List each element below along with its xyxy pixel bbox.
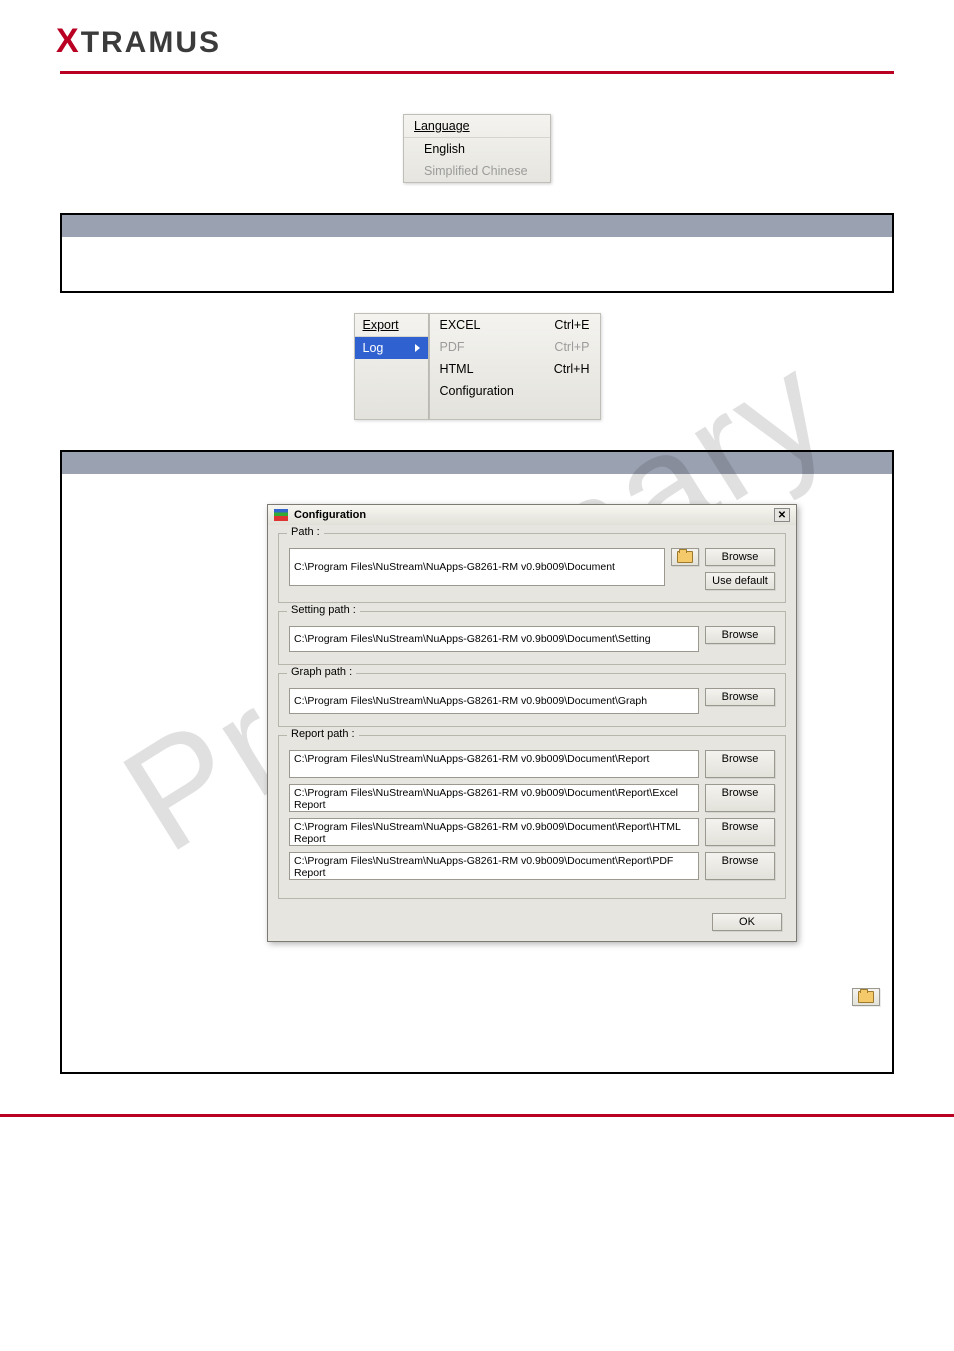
header-rule: [60, 71, 894, 74]
path-group: Path : Browse Use default: [278, 533, 786, 603]
export-menu: Export Log: [354, 313, 429, 420]
report-browse-button-3[interactable]: Browse: [705, 852, 775, 880]
section-box-1: [60, 213, 894, 293]
folder-icon: [858, 991, 874, 1003]
graph-browse-button[interactable]: Browse: [705, 688, 775, 706]
path-folder-button[interactable]: [671, 548, 699, 566]
export-sub-excel[interactable]: EXCEL Ctrl+E: [430, 314, 600, 336]
setting-browse-button[interactable]: Browse: [705, 626, 775, 644]
language-item-english[interactable]: English: [404, 138, 550, 160]
submenu-arrow-icon: [415, 344, 420, 352]
close-icon[interactable]: ✕: [774, 508, 790, 522]
export-sub-html[interactable]: HTML Ctrl+H: [430, 358, 600, 380]
brand-prefix: X: [56, 22, 81, 60]
graph-path-legend: Graph path :: [287, 666, 356, 678]
setting-path-group: Setting path : Browse: [278, 611, 786, 665]
ok-button[interactable]: OK: [712, 913, 782, 931]
setting-path-legend: Setting path :: [287, 604, 360, 616]
report-path-input-0[interactable]: C:\Program Files\NuStream\NuApps-G8261-R…: [289, 750, 699, 778]
graph-path-group: Graph path : Browse: [278, 673, 786, 727]
section-box-2: Configuration ✕ Path : Browse Use defaul…: [60, 450, 894, 1074]
folder-icon: [677, 551, 693, 563]
path-input[interactable]: [289, 548, 665, 586]
configuration-dialog: Configuration ✕ Path : Browse Use defaul…: [267, 504, 797, 942]
path-browse-button[interactable]: Browse: [705, 548, 775, 566]
export-menu-log-label: Log: [363, 341, 384, 355]
report-browse-button-2[interactable]: Browse: [705, 818, 775, 846]
language-item-simplified-chinese: Simplified Chinese: [404, 160, 550, 182]
path-use-default-button[interactable]: Use default: [705, 572, 775, 590]
section-box-1-bar: [62, 215, 892, 237]
export-menu-header[interactable]: Export: [355, 314, 428, 337]
report-path-group: Report path : C:\Program Files\NuStream\…: [278, 735, 786, 899]
graph-path-input[interactable]: [289, 688, 699, 714]
dialog-title: Configuration: [294, 509, 366, 521]
dialog-app-icon: [274, 509, 288, 521]
export-submenu: EXCEL Ctrl+E PDF Ctrl+P HTML Ctrl+H Conf…: [429, 313, 601, 420]
export-menu-item-log[interactable]: Log: [355, 337, 428, 359]
export-sub-configuration[interactable]: Configuration: [430, 380, 600, 402]
report-path-input-3[interactable]: C:\Program Files\NuStream\NuApps-G8261-R…: [289, 852, 699, 880]
section-box-2-bar: [62, 452, 892, 474]
language-menu: Language English Simplified Chinese: [403, 114, 551, 183]
brand-rest: TRAMUS: [81, 26, 221, 59]
report-path-legend: Report path :: [287, 728, 359, 740]
setting-path-input[interactable]: [289, 626, 699, 652]
path-group-legend: Path :: [287, 526, 324, 538]
brand-logo: XTRAMUS: [0, 0, 954, 71]
bottom-folder-button[interactable]: [852, 988, 880, 1006]
language-menu-header[interactable]: Language: [404, 115, 550, 138]
export-sub-pdf: PDF Ctrl+P: [430, 336, 600, 358]
report-path-input-2[interactable]: C:\Program Files\NuStream\NuApps-G8261-R…: [289, 818, 699, 846]
report-path-input-1[interactable]: C:\Program Files\NuStream\NuApps-G8261-R…: [289, 784, 699, 812]
report-browse-button-1[interactable]: Browse: [705, 784, 775, 812]
report-browse-button-0[interactable]: Browse: [705, 750, 775, 778]
